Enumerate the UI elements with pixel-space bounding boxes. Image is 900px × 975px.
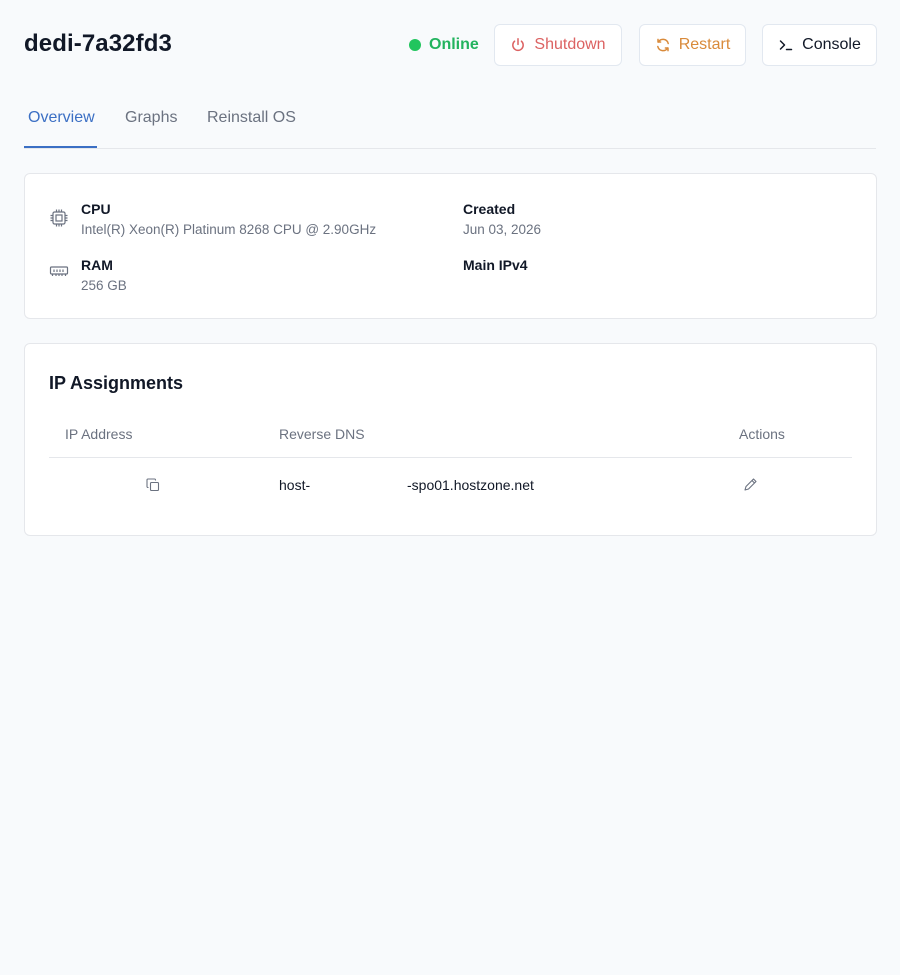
main-ipv4-label: Main IPv4	[463, 257, 528, 273]
column-header-ip-address: IP Address	[65, 426, 133, 442]
tab-bar: Overview Graphs Reinstall OS	[24, 92, 876, 149]
power-icon	[510, 37, 526, 53]
tab-graphs[interactable]: Graphs	[125, 109, 177, 127]
created-value: Jun 03, 2026	[463, 222, 542, 237]
memory-icon	[49, 261, 69, 286]
status-indicator: Online	[409, 36, 479, 54]
shutdown-label: Shutdown	[534, 36, 606, 53]
copy-icon[interactable]	[146, 478, 160, 497]
terminal-icon	[778, 37, 794, 53]
edit-icon[interactable]	[743, 477, 758, 497]
tab-reinstall-os[interactable]: Reinstall OS	[207, 109, 296, 127]
ip-assignments-card: IP Assignments IP Address Reverse DNS Ac…	[24, 343, 877, 536]
tab-overview[interactable]: Overview	[28, 109, 95, 127]
spec-cpu: CPU Intel(R) Xeon(R) Platinum 8268 CPU @…	[49, 201, 449, 237]
restart-label: Restart	[678, 36, 731, 53]
active-tab-indicator	[24, 146, 97, 148]
reverse-dns-suffix: -spo01.hostzone.net	[407, 477, 534, 493]
cpu-icon	[49, 208, 69, 233]
column-header-reverse-dns: Reverse DNS	[279, 426, 365, 442]
ram-label: RAM	[81, 257, 113, 273]
ram-value: 256 GB	[81, 278, 127, 293]
console-button[interactable]: Console	[762, 24, 877, 66]
shutdown-button[interactable]: Shutdown	[494, 24, 622, 66]
spec-main-ipv4: Main IPv4	[463, 257, 843, 278]
console-label: Console	[802, 36, 861, 53]
server-name-title: dedi-7a32fd3	[24, 30, 172, 57]
spec-ram: RAM 256 GB	[49, 257, 449, 293]
cpu-value: Intel(R) Xeon(R) Platinum 8268 CPU @ 2.9…	[81, 222, 377, 237]
status-dot-icon	[409, 39, 421, 51]
ip-assignments-title: IP Assignments	[49, 373, 184, 393]
server-detail-page: dedi-7a32fd3 Online Shutdown Restart Con…	[0, 0, 900, 975]
cpu-label: CPU	[81, 201, 111, 217]
spec-created: Created Jun 03, 2026	[463, 201, 843, 237]
status-label: Online	[429, 36, 479, 53]
server-specs-card: CPU Intel(R) Xeon(R) Platinum 8268 CPU @…	[24, 173, 877, 319]
restart-button[interactable]: Restart	[639, 24, 746, 66]
column-header-actions: Actions	[739, 426, 785, 442]
page-header: dedi-7a32fd3 Online Shutdown Restart Con…	[24, 0, 877, 92]
created-label: Created	[463, 201, 516, 217]
table-row: host- -spo01.hostzone.net	[49, 458, 852, 514]
reverse-dns-prefix: host-	[279, 477, 311, 493]
refresh-icon	[655, 37, 671, 53]
ip-table-header: IP Address Reverse DNS Actions	[49, 412, 852, 458]
